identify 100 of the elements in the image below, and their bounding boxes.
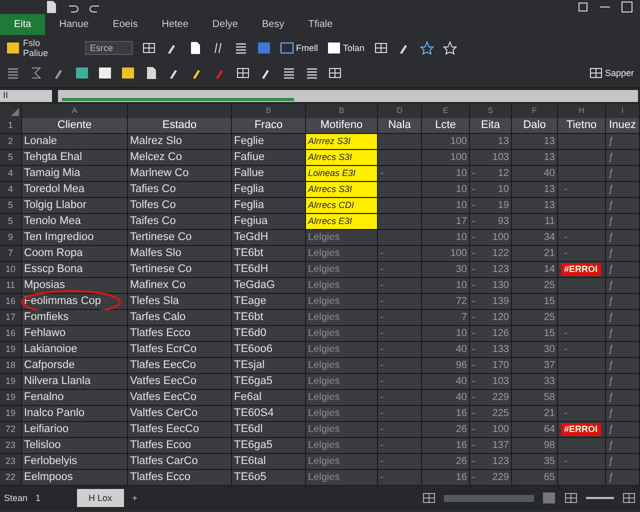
- window-icon[interactable]: [280, 40, 294, 55]
- table-cell-text: 123: [492, 263, 509, 277]
- row-number: 7: [0, 246, 22, 262]
- paste-label: Paliue: [23, 48, 48, 58]
- restore-icon[interactable]: [576, 0, 590, 14]
- clipboard-icon[interactable]: [6, 40, 20, 55]
- row-number: 17: [0, 310, 22, 326]
- dash-mark: -: [472, 455, 476, 469]
- dash-mark: -: [472, 327, 476, 341]
- toolbar-button[interactable]: Tolan: [327, 40, 365, 55]
- dash-mark: -: [472, 423, 476, 437]
- grid-icon[interactable]: [328, 66, 342, 80]
- view-icon[interactable]: [422, 491, 436, 505]
- table-cell-text: 229: [492, 391, 509, 405]
- status-text: Stean: [4, 493, 28, 503]
- table-cell: Cafporsde: [24, 358, 75, 373]
- format-icon[interactable]: [6, 66, 20, 80]
- row-number: 5: [0, 214, 22, 230]
- row-number: 18: [0, 358, 22, 374]
- window-icon[interactable]: [327, 40, 341, 55]
- add-sheet-button[interactable]: +: [132, 493, 138, 503]
- table-cell-text: 225: [492, 407, 509, 421]
- toolbar-button[interactable]: Fmell: [280, 40, 318, 55]
- table-icon[interactable]: [236, 66, 250, 80]
- header-cell: Nala: [378, 118, 422, 134]
- ribbon-tab[interactable]: Besy: [252, 16, 294, 32]
- error-value: #ERROI: [561, 263, 601, 276]
- maximize-icon[interactable]: [620, 0, 634, 14]
- row-number: 72: [0, 422, 22, 438]
- row-number: 23: [0, 438, 22, 454]
- table-cell-text: 120: [492, 311, 509, 325]
- star-icon[interactable]: [442, 40, 457, 55]
- ribbon-tab[interactable]: Hetee: [152, 16, 198, 32]
- zoom-icon[interactable]: [622, 491, 636, 505]
- table-cell-text: -: [563, 455, 568, 469]
- table-cell-text: 13: [498, 135, 509, 149]
- layout-view-icon[interactable]: [564, 491, 578, 505]
- grid-icon[interactable]: [374, 40, 388, 55]
- font-field[interactable]: Esrce: [85, 40, 133, 55]
- row-number: 16: [0, 294, 22, 310]
- header-cell: Inuez: [606, 118, 640, 134]
- table-cell: Alrrecs S3I: [306, 182, 378, 198]
- star-icon[interactable]: [420, 40, 434, 55]
- table-cell: Lakianoioe: [24, 342, 78, 357]
- table-cell: Alrrecs E3I: [306, 214, 378, 230]
- table-icon[interactable]: [588, 66, 603, 80]
- align-icon[interactable]: [282, 66, 296, 80]
- dash-mark: -: [472, 295, 476, 309]
- normal-view-icon[interactable]: [542, 491, 556, 505]
- fill-icon[interactable]: [75, 66, 89, 80]
- table-cell-text: 123: [492, 455, 509, 469]
- text-icon[interactable]: [234, 40, 248, 55]
- table-cell-text: 122: [492, 247, 509, 261]
- table-cell-text: 10: [498, 183, 509, 197]
- toolbar-button[interactable]: Sapper: [588, 66, 634, 80]
- dash-mark: -: [472, 391, 476, 405]
- ribbon-tab[interactable]: Hanue: [49, 16, 99, 32]
- dash-mark: -: [472, 343, 476, 357]
- ribbon-tab[interactable]: Eoeis: [102, 16, 148, 32]
- table-cell-text: -: [563, 327, 568, 341]
- name-box[interactable]: II: [0, 90, 52, 102]
- scroll-bar[interactable]: [444, 494, 534, 502]
- header-cell: Tietno: [558, 118, 606, 134]
- table-cell: Lonale: [24, 134, 58, 149]
- table-cell: Alrrecs S3I: [306, 150, 378, 166]
- dash-mark: -: [472, 263, 476, 277]
- table-icon[interactable]: [142, 40, 156, 55]
- table-cell-text: -: [380, 263, 384, 277]
- table-cell: Ferlobelyis: [24, 454, 78, 469]
- table-cell: Tolgig Llabor: [24, 198, 86, 213]
- table-cell-text: -: [563, 343, 568, 357]
- table-cell-text: 19: [498, 199, 509, 213]
- table-cell: Fehlawo: [24, 326, 66, 341]
- sheet-tab[interactable]: H Lox: [76, 489, 124, 507]
- table-cell-text: 133: [492, 343, 509, 357]
- image-icon[interactable]: [257, 40, 271, 55]
- file-icon[interactable]: [44, 0, 58, 14]
- table-cell-text: -: [380, 439, 384, 453]
- table-cell-text: -: [380, 279, 384, 293]
- ribbon-tab[interactable]: Delye: [202, 16, 248, 32]
- table-cell-text: -: [380, 247, 384, 261]
- table-cell-text: -: [380, 391, 384, 405]
- ribbon-tab[interactable]: Tfiale: [298, 16, 343, 32]
- table-cell-text: -: [563, 231, 568, 245]
- dash-mark: -: [472, 359, 476, 373]
- dash-mark: -: [472, 183, 476, 197]
- wrap-icon[interactable]: [305, 66, 319, 80]
- dash-mark: -: [472, 199, 476, 213]
- row-number: 5: [0, 150, 22, 166]
- sum-icon[interactable]: [29, 66, 43, 80]
- row-number: 19: [0, 390, 22, 406]
- select-all-icon[interactable]: [11, 108, 19, 116]
- ribbon-tab[interactable]: Eita: [0, 14, 46, 34]
- paste-label: Fslo: [23, 38, 42, 48]
- table-cell: Coom Ropa: [24, 246, 83, 261]
- row-number: 9: [0, 230, 22, 246]
- dash-mark: -: [472, 167, 476, 181]
- table-cell: Tamaig Mia: [24, 166, 80, 181]
- header-cell: Estado: [128, 118, 232, 134]
- document-icon[interactable]: [188, 40, 202, 55]
